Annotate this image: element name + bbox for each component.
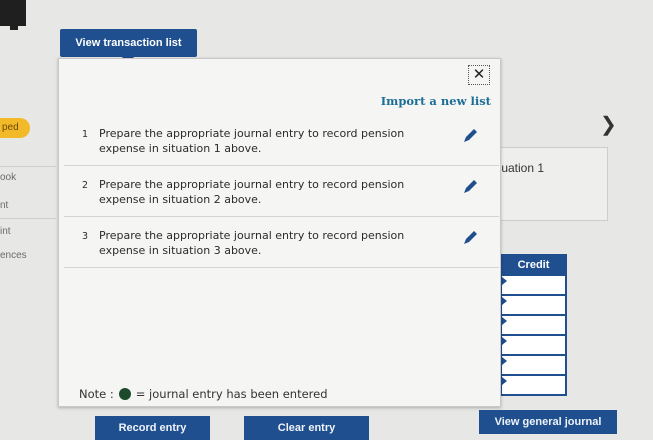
entry-number: 2 <box>82 180 89 191</box>
list-item[interactable]: 2 Prepare the appropriate journal entry … <box>64 166 499 217</box>
side-nav-divider <box>0 218 56 219</box>
view-transaction-list-button[interactable]: View transaction list <box>60 29 197 63</box>
record-entry-button[interactable]: Record entry <box>95 416 210 440</box>
entry-number: 3 <box>82 231 89 242</box>
entry-number: 1 <box>82 129 89 140</box>
situation-label: :uation 1 <box>498 161 545 175</box>
chevron-right-icon[interactable]: ❯ <box>600 112 617 137</box>
entry-text: Prepare the appropriate journal entry to… <box>99 229 405 257</box>
side-nav-badge[interactable]: ped <box>0 118 30 138</box>
import-new-list-link[interactable]: Import a new list <box>381 94 491 108</box>
credit-column: Credit <box>500 254 567 396</box>
credit-input[interactable] <box>500 296 567 316</box>
side-nav-item[interactable]: int <box>0 226 11 237</box>
side-nav-item[interactable]: ences <box>0 250 27 261</box>
entry-list: 1 Prepare the appropriate journal entry … <box>64 115 499 268</box>
credit-input[interactable] <box>500 276 567 296</box>
credit-input[interactable] <box>500 316 567 336</box>
side-nav-item[interactable]: nt <box>0 200 8 211</box>
list-item[interactable]: 3 Prepare the appropriate journal entry … <box>64 217 499 268</box>
note-text: = journal entry has been entered <box>135 387 328 401</box>
credit-input[interactable] <box>500 376 567 396</box>
close-icon[interactable]: ✕ <box>468 65 490 85</box>
situation-panel <box>498 147 608 221</box>
pencil-icon[interactable] <box>459 125 481 147</box>
list-item[interactable]: 1 Prepare the appropriate journal entry … <box>64 115 499 166</box>
credit-input[interactable] <box>500 336 567 356</box>
side-nav: ped ook nt int ences <box>0 100 56 380</box>
top-corner-mark <box>0 0 26 30</box>
side-nav-item[interactable]: ook <box>0 172 16 183</box>
entry-text: Prepare the appropriate journal entry to… <box>99 178 405 206</box>
credit-input[interactable] <box>500 356 567 376</box>
credit-header: Credit <box>500 254 567 276</box>
transaction-list-popup: ✕ Import a new list 1 Prepare the approp… <box>58 58 501 407</box>
entry-text: Prepare the appropriate journal entry to… <box>99 127 405 155</box>
pencil-icon[interactable] <box>459 227 481 249</box>
view-general-journal-button[interactable]: View general journal <box>479 410 617 434</box>
pencil-icon[interactable] <box>459 176 481 198</box>
side-nav-divider <box>0 166 56 167</box>
note-prefix: Note : <box>79 387 114 401</box>
entered-status-dot-icon <box>118 388 131 400</box>
clear-entry-button[interactable]: Clear entry <box>244 416 369 440</box>
entry-status-note: Note : = journal entry has been entered <box>79 387 328 401</box>
